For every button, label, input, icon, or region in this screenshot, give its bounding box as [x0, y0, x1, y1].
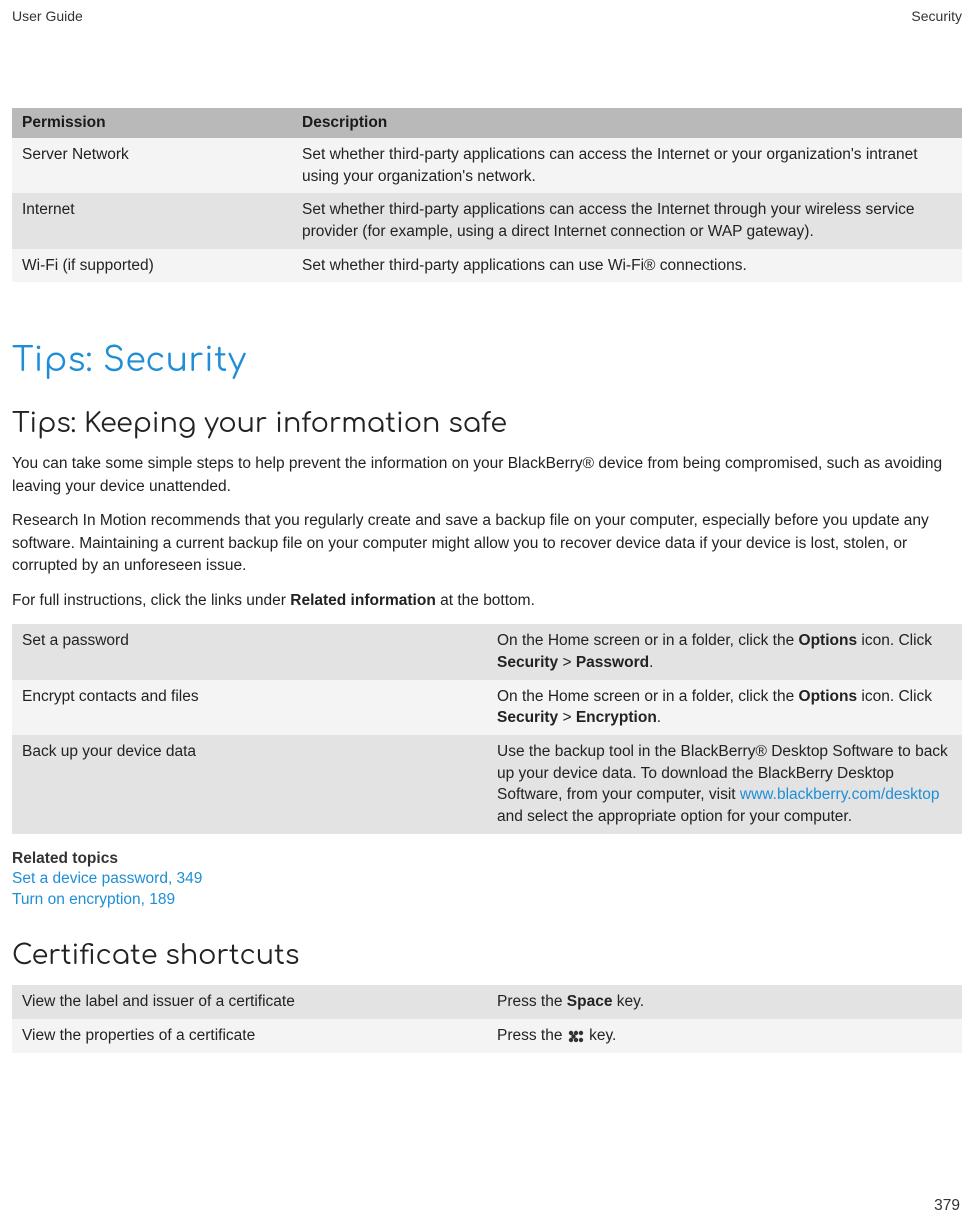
tip-action: Encrypt contacts and files — [12, 680, 487, 735]
menu-key-icon — [568, 1029, 584, 1043]
cell-description: Set whether third-party applications can… — [292, 249, 962, 283]
link-blackberry-desktop[interactable]: www.blackberry.com/desktop — [740, 786, 940, 803]
tips-table: Set a password On the Home screen or in … — [12, 624, 962, 834]
paragraph: You can take some simple steps to help p… — [12, 453, 962, 498]
table-row: View the properties of a certificate Pre… — [12, 1019, 962, 1053]
heading-keeping-info-safe: Tips: Keeping your information safe — [12, 409, 962, 439]
paragraph: Research In Motion recommends that you r… — [12, 510, 962, 577]
table-row: Back up your device data Use the backup … — [12, 735, 962, 834]
table-row: Internet Set whether third-party applica… — [12, 193, 962, 248]
cell-permission: Server Network — [12, 138, 292, 193]
tip-instruction: On the Home screen or in a folder, click… — [487, 680, 962, 735]
header-right: Security — [911, 8, 962, 24]
paragraph: For full instructions, click the links u… — [12, 590, 962, 612]
shortcut-action: View the properties of a certificate — [12, 1019, 487, 1053]
table-row: Set a password On the Home screen or in … — [12, 624, 962, 679]
cell-description: Set whether third-party applications can… — [292, 193, 962, 248]
related-link[interactable]: Set a device password, 349 — [12, 868, 962, 890]
tip-action: Back up your device data — [12, 735, 487, 834]
th-description: Description — [292, 108, 962, 138]
permissions-table: Permission Description Server Network Se… — [12, 108, 962, 282]
shortcut-key: Press the Space key. — [487, 985, 962, 1019]
table-row: Server Network Set whether third-party a… — [12, 138, 962, 193]
table-row: Encrypt contacts and files On the Home s… — [12, 680, 962, 735]
page-number: 379 — [934, 1197, 960, 1215]
page-content: Permission Description Server Network Se… — [0, 28, 974, 1053]
related-link[interactable]: Turn on encryption, 189 — [12, 889, 962, 911]
cell-permission: Wi-Fi (if supported) — [12, 249, 292, 283]
tip-instruction: Use the backup tool in the BlackBerry® D… — [487, 735, 962, 834]
heading-tips-security: Tips: Security — [12, 342, 962, 379]
related-topics-heading: Related topics — [12, 850, 962, 868]
page-header: User Guide Security — [0, 0, 974, 28]
heading-certificate-shortcuts: Certificate shortcuts — [12, 941, 962, 971]
tip-action: Set a password — [12, 624, 487, 679]
cell-description: Set whether third-party applications can… — [292, 138, 962, 193]
tip-instruction: On the Home screen or in a folder, click… — [487, 624, 962, 679]
table-row: View the label and issuer of a certifica… — [12, 985, 962, 1019]
table-row: Wi-Fi (if supported) Set whether third-p… — [12, 249, 962, 283]
header-left: User Guide — [12, 8, 83, 24]
cell-permission: Internet — [12, 193, 292, 248]
shortcut-action: View the label and issuer of a certifica… — [12, 985, 487, 1019]
shortcuts-table: View the label and issuer of a certifica… — [12, 985, 962, 1052]
shortcut-key: Press the key. — [487, 1019, 962, 1053]
th-permission: Permission — [12, 108, 292, 138]
